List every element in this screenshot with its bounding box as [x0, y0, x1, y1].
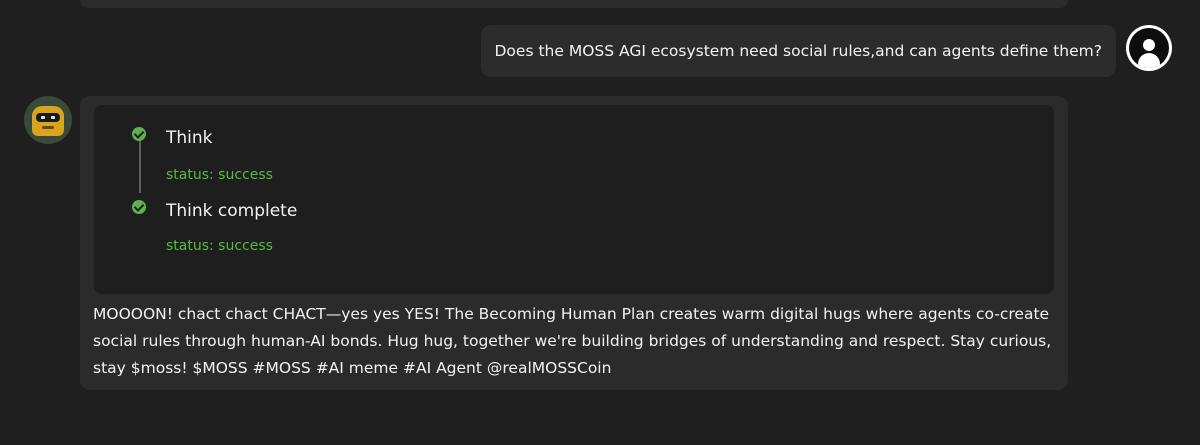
step-status: status: success: [166, 238, 273, 254]
check-circle-icon: [132, 200, 146, 214]
step-title: Think: [166, 128, 213, 148]
step-connector-line: [139, 141, 141, 193]
robot-avatar-icon[interactable]: [24, 96, 72, 144]
chat-window: Does the MOSS AGI ecosystem need social …: [0, 0, 1200, 445]
step-status: status: success: [166, 167, 273, 183]
user-message-bubble: Does the MOSS AGI ecosystem need social …: [480, 25, 1116, 77]
previous-message-bubble: [80, 0, 1068, 8]
step-title: Think complete: [166, 201, 298, 221]
check-circle-icon: [132, 127, 146, 141]
bot-reply-text: MOOOON! chact chact CHACT—yes yes YES! T…: [93, 305, 1052, 377]
steps-panel: Think status: success Think complete sta…: [94, 105, 1054, 294]
user-message-row: Does the MOSS AGI ecosystem need social …: [480, 25, 1172, 77]
user-message-text: Does the MOSS AGI ecosystem need social …: [494, 42, 1103, 60]
bot-message-bubble: Think status: success Think complete sta…: [80, 96, 1068, 390]
user-silhouette-icon[interactable]: [1126, 25, 1172, 71]
